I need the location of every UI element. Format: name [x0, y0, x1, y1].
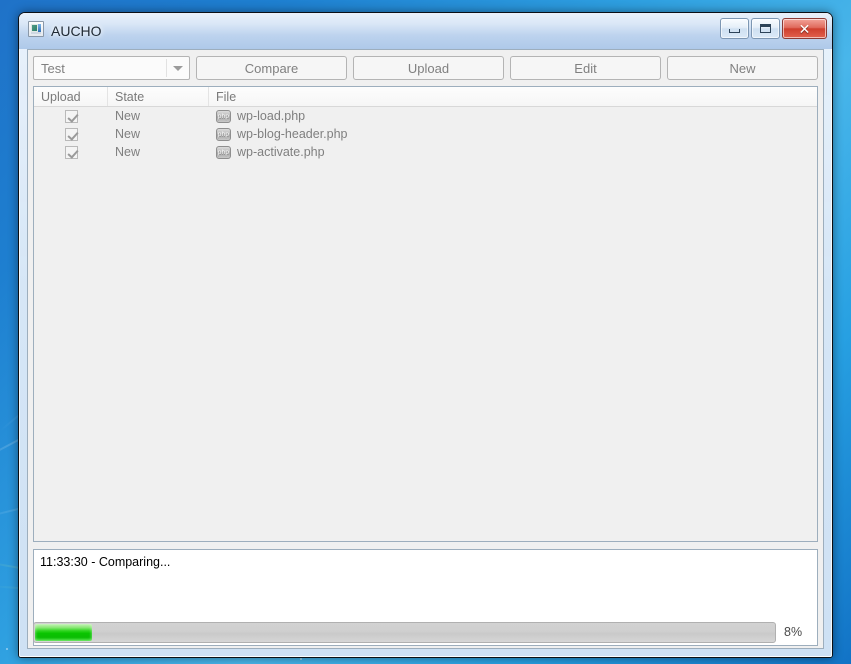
title-bar[interactable]: AUCHO ✕: [19, 13, 832, 49]
upload-cell: [34, 109, 108, 123]
toolbar: Test Compare Upload Edit New: [33, 56, 818, 80]
desktop-background: AUCHO ✕ Test Compare Upload Edit New Upl…: [0, 0, 851, 664]
table-body: New php wp-load.php New php wp-blog-head…: [34, 107, 817, 161]
column-header-file[interactable]: File: [209, 87, 817, 106]
column-header-upload[interactable]: Upload: [34, 87, 108, 106]
edit-button[interactable]: Edit: [510, 56, 661, 80]
window-title: AUCHO: [51, 23, 102, 39]
compare-button[interactable]: Compare: [196, 56, 347, 80]
window-controls: ✕: [720, 18, 827, 39]
state-cell: New: [115, 145, 141, 159]
file-name: wp-load.php: [237, 109, 306, 123]
close-button[interactable]: ✕: [782, 18, 827, 39]
upload-checkbox[interactable]: [64, 127, 78, 141]
profile-select[interactable]: Test: [33, 56, 190, 80]
file-table: Upload State File New php wp-load.php Ne…: [33, 86, 818, 542]
php-file-icon: php: [216, 145, 231, 159]
close-icon: ✕: [798, 20, 811, 37]
file-cell: php wp-blog-header.php: [209, 127, 817, 141]
maximize-button[interactable]: [751, 18, 780, 39]
maximize-icon: [760, 24, 771, 33]
client-area: Test Compare Upload Edit New Upload Stat…: [27, 49, 824, 649]
state-cell: New: [115, 127, 141, 141]
table-row[interactable]: New php wp-activate.php: [34, 143, 817, 161]
log-line: 11:33:30 - Comparing...: [40, 555, 171, 569]
upload-cell: [34, 145, 108, 159]
wallpaper-speck: [300, 658, 302, 660]
table-header-row: Upload State File: [34, 87, 817, 107]
php-file-icon: php: [216, 127, 231, 141]
minimize-icon: [729, 29, 740, 33]
application-window: AUCHO ✕ Test Compare Upload Edit New Upl…: [18, 12, 833, 658]
upload-checkbox[interactable]: [64, 109, 78, 123]
file-cell: php wp-activate.php: [209, 145, 817, 159]
new-button[interactable]: New: [667, 56, 818, 80]
file-name: wp-activate.php: [237, 145, 325, 159]
state-cell: New: [115, 109, 141, 123]
table-row[interactable]: New php wp-blog-header.php: [34, 125, 817, 143]
progress-bar-fill: [35, 623, 93, 641]
upload-button[interactable]: Upload: [353, 56, 504, 80]
progress-percent-label: 8%: [784, 625, 803, 639]
profile-select-value: Test: [41, 60, 65, 76]
upload-checkbox[interactable]: [64, 145, 78, 159]
progress-bar: [33, 621, 776, 643]
column-header-state[interactable]: State: [108, 87, 209, 106]
app-window-icon: [28, 21, 44, 37]
php-file-icon: php: [216, 109, 231, 123]
select-divider: [166, 59, 167, 77]
progress-row: 8%: [33, 621, 818, 643]
file-cell: php wp-load.php: [209, 109, 817, 123]
minimize-button[interactable]: [720, 18, 749, 39]
file-name: wp-blog-header.php: [237, 127, 348, 141]
wallpaper-speck: [6, 648, 8, 650]
upload-cell: [34, 127, 108, 141]
table-row[interactable]: New php wp-load.php: [34, 107, 817, 125]
chevron-down-icon: [173, 66, 183, 71]
